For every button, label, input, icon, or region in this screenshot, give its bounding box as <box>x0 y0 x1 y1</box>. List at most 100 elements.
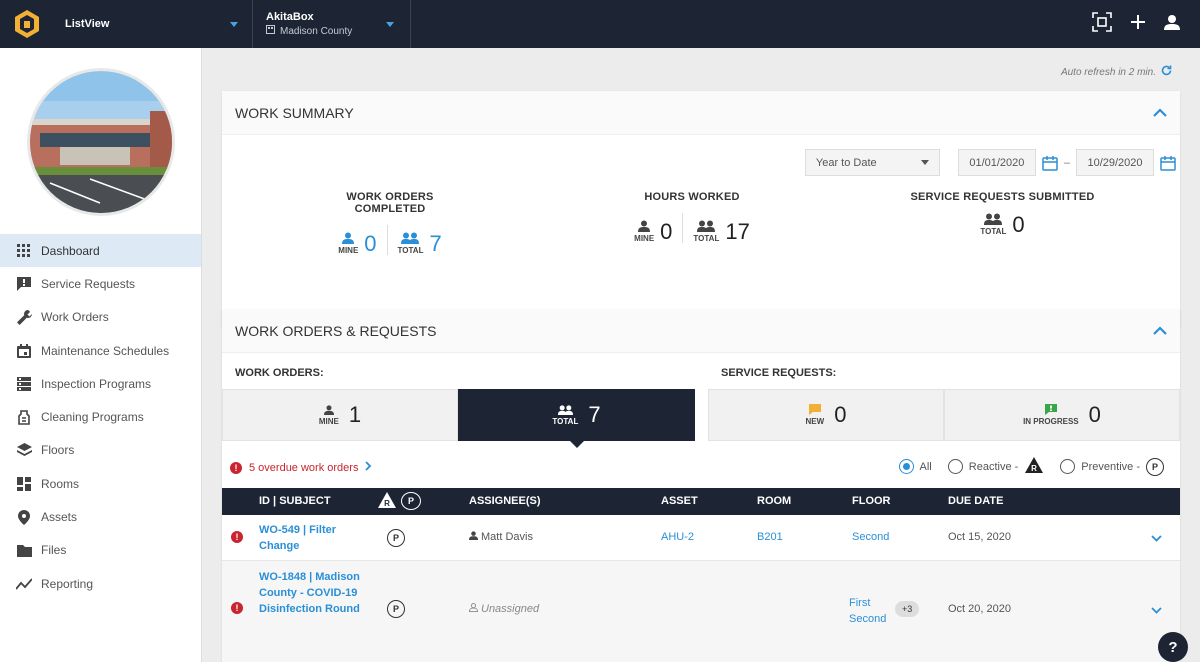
sidebar-item-rooms[interactable]: Rooms <box>0 467 201 500</box>
sidebar-item-reporting[interactable]: Reporting <box>0 567 201 600</box>
floor-link[interactable]: Second <box>852 531 889 543</box>
sidebar-item-service-requests[interactable]: Service Requests <box>0 267 201 300</box>
stat-mine: MINE 0 <box>634 220 672 243</box>
calendar-icon[interactable] <box>1042 155 1058 171</box>
sidebar-item-dashboard[interactable]: Dashboard <box>0 234 201 268</box>
folder-icon <box>16 542 32 558</box>
type-filter: All Reactive - R Preventive - P <box>898 456 1164 477</box>
floor-link[interactable]: First Second <box>849 595 893 627</box>
col-id-subject[interactable]: ID | SUBJECT <box>259 495 331 507</box>
sidebar-item-assets[interactable]: Assets <box>0 500 201 533</box>
stat-work-orders-completed: WORK ORDERS COMPLETED MINE 0 TOTAL 7 <box>310 191 470 255</box>
sidebar: Dashboard Service Requests Work Orders M… <box>0 48 202 662</box>
sidebar-nav: Dashboard Service Requests Work Orders M… <box>0 234 201 600</box>
sidebar-item-cleaning-programs[interactable]: Cleaning Programs <box>0 400 201 433</box>
rooms-icon <box>16 476 32 492</box>
people-icon <box>697 220 716 234</box>
work-order-link[interactable]: WO-1848 | Madison County - COVID-19 Disi… <box>259 569 369 617</box>
org-switcher[interactable]: AkitaBox Madison County <box>253 0 411 48</box>
overdue-link[interactable]: ! 5 overdue work orders <box>230 461 372 474</box>
stat-value: 0 <box>364 231 377 256</box>
stat-value: 17 <box>725 219 750 244</box>
table-row[interactable]: ! WO-1848 | Madison County - COVID-19 Di… <box>222 561 1180 662</box>
people-icon <box>557 404 573 417</box>
filter-reactive[interactable]: Reactive - R <box>947 456 1045 477</box>
sidebar-item-label: Dashboard <box>41 243 100 258</box>
work-order-link[interactable]: WO-549 | Filter Change <box>259 522 359 554</box>
app-switcher[interactable]: ListView <box>48 0 253 48</box>
radio-selected-icon[interactable] <box>898 459 914 474</box>
add-icon[interactable] <box>1130 14 1146 35</box>
room-link[interactable]: B201 <box>757 531 783 543</box>
stat-mine[interactable]: MINE 0 <box>338 231 377 256</box>
auto-refresh-text: Auto refresh in 2 min. <box>1060 66 1156 78</box>
svg-text:R: R <box>1031 464 1037 473</box>
sidebar-item-floors[interactable]: Floors <box>0 434 201 467</box>
range-select[interactable]: Year to Date <box>804 149 940 176</box>
help-button[interactable]: ? <box>1158 632 1188 662</box>
person-icon <box>323 404 334 417</box>
assignee: Unassigned <box>468 603 539 615</box>
work-orders-requests-header[interactable]: WORK ORDERS & REQUESTS <box>222 309 1180 353</box>
chevron-down-icon <box>386 21 394 27</box>
date-to-field[interactable]: 10/29/2020 <box>1076 149 1154 176</box>
akitabox-logo[interactable] <box>6 0 48 48</box>
filter-label: Reactive - <box>968 460 1019 473</box>
building-icon <box>266 25 275 37</box>
chevron-down-icon <box>920 160 929 165</box>
preventive-icon: P <box>387 600 405 618</box>
new-request-icon <box>808 404 821 417</box>
mine-label: MINE <box>338 246 359 255</box>
table-row[interactable]: ! WO-549 | Filter Change P Matt Davis AH… <box>222 515 1180 561</box>
total-label: TOTAL <box>693 234 720 243</box>
tile-total[interactable]: TOTAL 7 <box>458 389 695 448</box>
floor-more-badge[interactable]: +3 <box>895 601 920 617</box>
chevron-down-icon[interactable] <box>1151 605 1162 617</box>
main-content: Auto refresh in 2 min. WORK SUMMARY Year… <box>202 48 1200 662</box>
stat-total[interactable]: TOTAL 7 <box>398 232 442 255</box>
org-name: AkitaBox <box>266 11 314 23</box>
stat-service-requests-submitted: SERVICE REQUESTS SUBMITTED TOTAL 0 <box>910 191 1095 236</box>
col-room[interactable]: ROOM <box>757 495 791 507</box>
alert-icon: ! <box>231 602 243 614</box>
radio-icon[interactable] <box>947 459 963 474</box>
col-floor[interactable]: FLOOR <box>852 495 891 507</box>
grid-icon <box>16 243 32 259</box>
stat-hours-worked: HOURS WORKED MINE 0 TOTAL 17 <box>617 191 767 243</box>
radio-icon[interactable] <box>1060 459 1076 474</box>
col-due-date[interactable]: DUE DATE <box>948 495 1003 507</box>
building-name: Madison County <box>280 25 353 37</box>
auto-refresh[interactable]: Auto refresh in 2 min. <box>1061 65 1172 79</box>
chevron-up-icon[interactable] <box>1153 105 1167 121</box>
sidebar-item-work-orders[interactable]: Work Orders <box>0 301 201 334</box>
tile-in-progress[interactable]: IN PROGRESS 0 <box>944 389 1180 441</box>
tile-mine[interactable]: MINE 1 <box>222 389 458 441</box>
filter-all[interactable]: All <box>898 459 932 474</box>
work-summary-header[interactable]: WORK SUMMARY <box>222 91 1180 135</box>
filter-preventive[interactable]: Preventive - P <box>1060 457 1164 476</box>
person-icon <box>342 232 355 246</box>
tile-value: 0 <box>1088 402 1101 427</box>
chevron-down-icon <box>230 21 238 27</box>
tile-label: IN PROGRESS <box>1023 417 1079 426</box>
tile-value: 1 <box>348 402 362 427</box>
sidebar-item-label: Service Requests <box>41 276 136 291</box>
col-assignees[interactable]: ASSIGNEE(S) <box>469 495 541 507</box>
chevron-down-icon[interactable] <box>1151 533 1162 545</box>
sidebar-item-inspection-programs[interactable]: Inspection Programs <box>0 367 201 400</box>
in-progress-icon <box>1044 404 1057 417</box>
sidebar-item-maintenance-schedules[interactable]: Maintenance Schedules <box>0 334 201 367</box>
refresh-icon[interactable] <box>1161 65 1172 79</box>
date-from-field[interactable]: 01/01/2020 <box>957 149 1036 176</box>
sidebar-item-label: Reporting <box>41 576 94 591</box>
sidebar-item-files[interactable]: Files <box>0 534 201 567</box>
asset-link[interactable]: AHU-2 <box>661 531 694 543</box>
chevron-up-icon[interactable] <box>1153 323 1167 339</box>
calendar-icon[interactable] <box>1160 155 1176 171</box>
alert-icon: ! <box>231 531 243 543</box>
qr-scan-icon[interactable] <box>1092 11 1112 37</box>
tile-new[interactable]: NEW 0 <box>708 389 944 441</box>
wrench-icon <box>16 309 32 325</box>
user-icon[interactable] <box>1164 14 1180 35</box>
col-asset[interactable]: ASSET <box>661 495 698 507</box>
